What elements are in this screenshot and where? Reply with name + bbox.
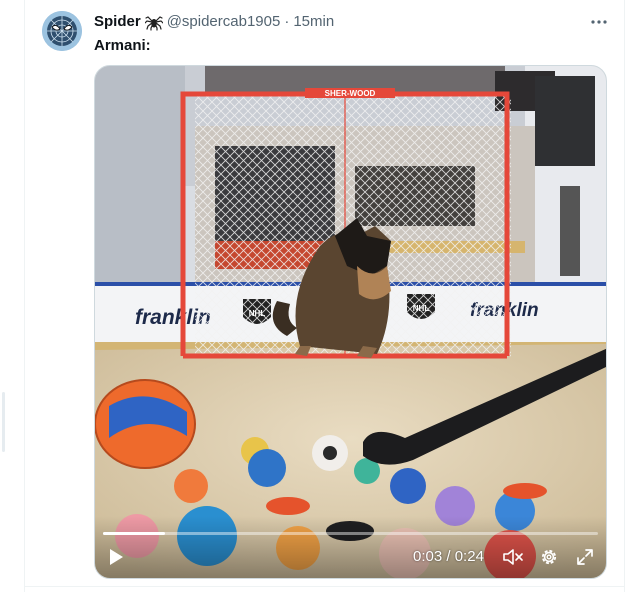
video-time: 0:03 / 0:24 bbox=[413, 544, 484, 570]
tweet-text: Armani: bbox=[94, 37, 151, 54]
video-progress-bar[interactable] bbox=[103, 532, 598, 535]
speaker-muted-icon bbox=[503, 549, 523, 565]
current-time: 0:03 bbox=[413, 548, 443, 565]
tweet-card[interactable]: Spider @spidercab1905 · 15min Armani: fr… bbox=[25, 0, 624, 586]
video-player[interactable]: franklin franklin NHL NHL SHER-WOOD bbox=[94, 65, 607, 579]
tweet-timestamp[interactable]: 15min bbox=[293, 12, 334, 32]
play-icon bbox=[110, 549, 123, 565]
user-handle[interactable]: @spidercab1905 bbox=[167, 12, 281, 32]
gear-icon bbox=[541, 549, 557, 565]
more-options-button[interactable] bbox=[588, 12, 610, 32]
fullscreen-button[interactable] bbox=[572, 544, 598, 570]
expand-icon bbox=[577, 549, 593, 565]
video-progress-fill bbox=[103, 532, 165, 535]
spider-emoji-icon bbox=[144, 13, 164, 31]
svg-text:SHER-WOOD: SHER-WOOD bbox=[325, 89, 376, 98]
timeline-right-border bbox=[624, 0, 625, 592]
tweet-header: Spider @spidercab1905 · 15min bbox=[94, 12, 334, 32]
spider-man-mask-icon bbox=[42, 11, 82, 51]
avatar[interactable] bbox=[42, 11, 82, 51]
sidebar-edge bbox=[2, 392, 5, 452]
video-controls: 0:03 / 0:24 bbox=[95, 516, 606, 578]
video-frame: franklin franklin NHL NHL SHER-WOOD bbox=[95, 66, 606, 578]
display-name[interactable]: Spider bbox=[94, 12, 141, 32]
tweet-divider bbox=[24, 586, 625, 587]
duration: 0:24 bbox=[454, 548, 484, 565]
mute-button[interactable] bbox=[500, 544, 526, 570]
header-separator: · bbox=[284, 13, 290, 30]
settings-button[interactable] bbox=[536, 544, 562, 570]
time-divider: / bbox=[442, 548, 455, 565]
play-button[interactable] bbox=[103, 544, 129, 570]
more-dots-icon bbox=[591, 20, 607, 24]
